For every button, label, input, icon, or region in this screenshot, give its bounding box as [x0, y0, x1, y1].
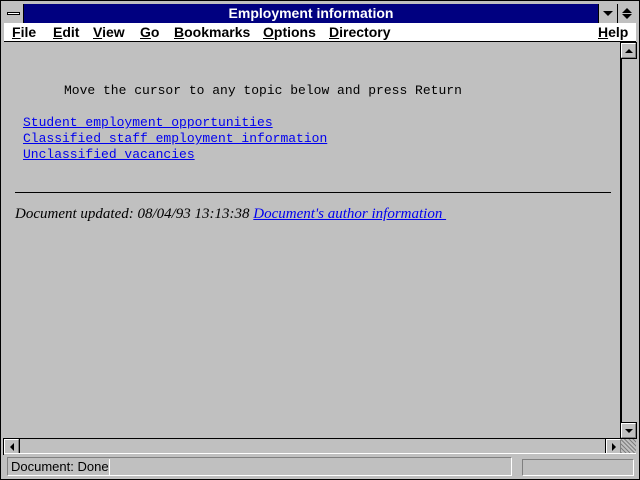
progress-indicator — [522, 459, 634, 476]
scroll-up-button[interactable] — [620, 42, 637, 59]
link-student-employment[interactable]: Student employment opportunities — [23, 115, 273, 130]
system-menu-button[interactable] — [4, 4, 24, 23]
minimize-button[interactable] — [598, 4, 617, 23]
size-grip-icon[interactable] — [621, 438, 636, 453]
instruction-text: Move the cursor to any topic below and p… — [64, 83, 462, 98]
link-unclassified-vacancies[interactable]: Unclassified vacancies — [23, 147, 195, 162]
menu-file[interactable]: File — [12, 23, 36, 41]
author-info-link[interactable]: Document's author information — [253, 206, 446, 222]
maximize-button[interactable] — [617, 4, 636, 23]
arrow-down-icon — [624, 428, 633, 433]
vertical-scroll-track[interactable] — [621, 59, 636, 422]
menu-help[interactable]: Help — [598, 23, 628, 41]
arrow-right-icon — [611, 442, 616, 451]
title-bar[interactable]: Employment information — [4, 4, 636, 23]
scroll-down-button[interactable] — [620, 422, 637, 439]
scroll-right-button[interactable] — [605, 438, 622, 455]
document-updated-text: Document updated: 08/04/93 13:13:38 — [15, 206, 254, 222]
document-footer: Document updated: 08/04/93 13:13:38 Docu… — [15, 206, 446, 223]
menu-go[interactable]: Go — [140, 23, 159, 41]
document-view: Move the cursor to any topic below and p… — [4, 43, 621, 438]
horizontal-scrollbar[interactable] — [3, 438, 622, 455]
menu-view[interactable]: View — [93, 23, 125, 41]
menu-edit[interactable]: Edit — [53, 23, 79, 41]
window-title: Employment information — [228, 5, 394, 21]
arrow-left-icon — [9, 442, 14, 451]
status-bar: Document: Done — [4, 453, 636, 478]
scroll-left-button[interactable] — [3, 438, 20, 455]
minimize-icon — [603, 11, 613, 16]
menu-bookmarks[interactable]: Bookmarks — [174, 23, 250, 41]
maximize-icon — [622, 8, 632, 19]
horizontal-rule — [15, 192, 611, 193]
menu-bar: File Edit View Go Bookmarks Options Dire… — [4, 23, 636, 42]
system-menu-icon — [7, 12, 20, 15]
menu-options[interactable]: Options — [263, 23, 316, 41]
horizontal-scroll-track[interactable] — [20, 439, 605, 453]
link-classified-staff[interactable]: Classified staff employment information — [23, 131, 327, 146]
arrow-up-icon — [624, 48, 633, 53]
browser-window: Employment information File Edit View Go… — [0, 0, 640, 480]
status-text: Document: Done — [11, 459, 110, 475]
vertical-scrollbar[interactable] — [620, 42, 637, 439]
menu-directory[interactable]: Directory — [329, 23, 390, 41]
